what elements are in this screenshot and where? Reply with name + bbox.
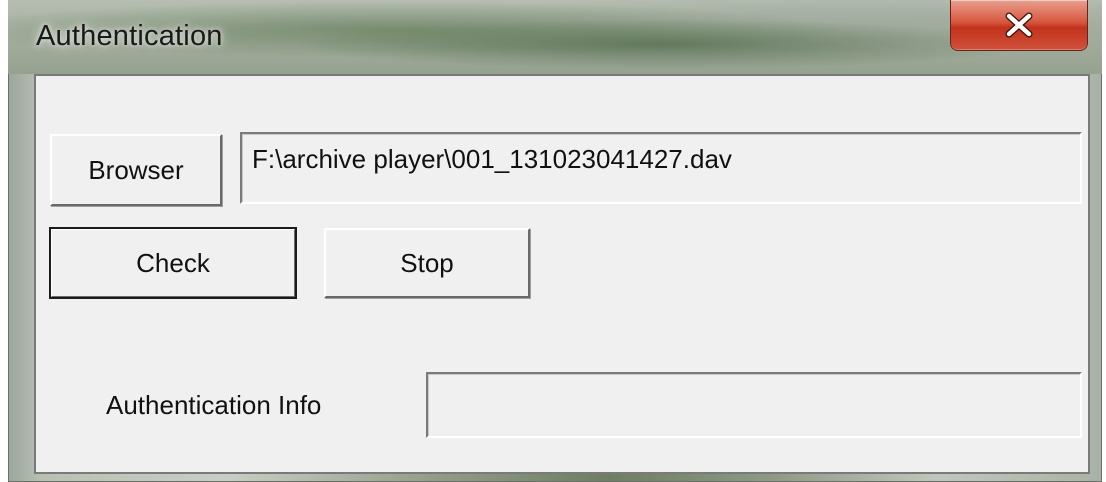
check-button[interactable]: Check — [49, 227, 297, 299]
check-button-label: Check — [136, 247, 210, 278]
title-bar[interactable]: Authentication — [8, 0, 1102, 74]
file-path-value: F:\archive player\001_131023041427.dav — [252, 144, 732, 174]
authentication-info-label: Authentication Info — [106, 390, 322, 420]
browser-button[interactable]: Browser — [50, 134, 222, 206]
stop-button[interactable]: Stop — [324, 228, 530, 298]
stop-button-label: Stop — [400, 247, 454, 278]
browser-button-label: Browser — [88, 154, 184, 185]
close-x-icon — [1004, 12, 1034, 38]
dialog-client-area: Browser F:\archive player\001_1310230414… — [34, 74, 1090, 474]
authentication-window: Authentication Browser F:\archive player… — [8, 0, 1102, 482]
authentication-info-field[interactable] — [426, 372, 1082, 438]
window-title: Authentication — [36, 20, 223, 52]
file-path-field[interactable]: F:\archive player\001_131023041427.dav — [240, 132, 1082, 204]
close-button[interactable] — [950, 0, 1088, 51]
